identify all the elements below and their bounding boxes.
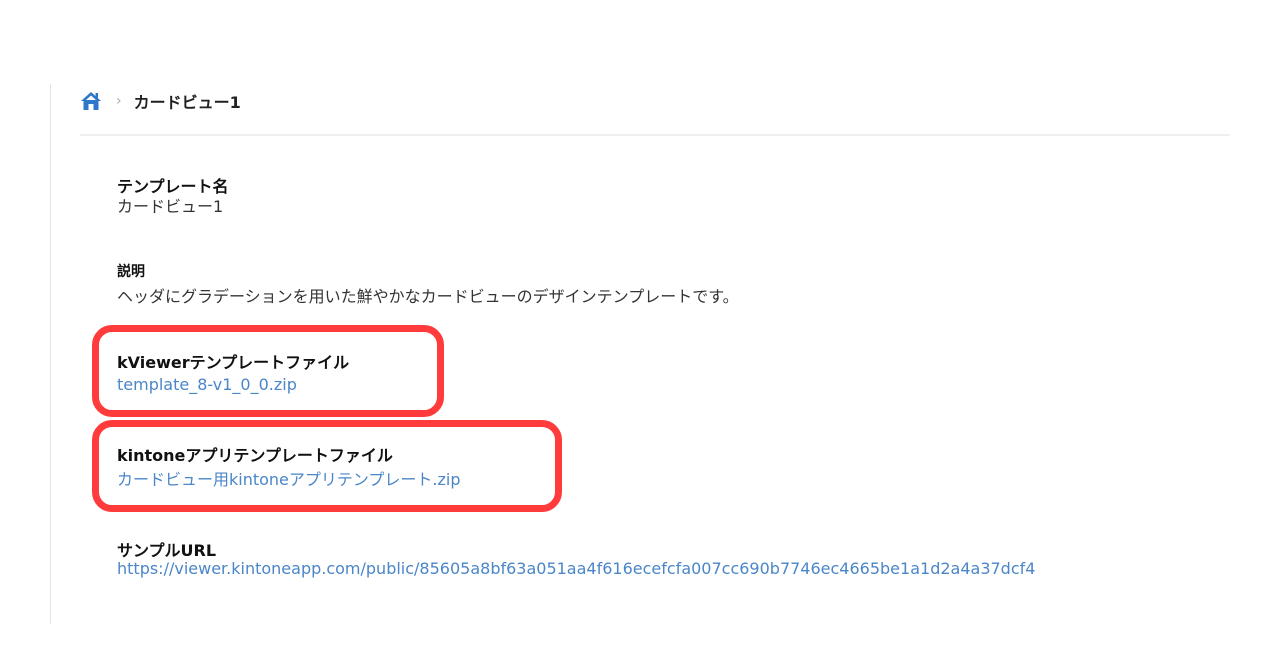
kviewer-file-link[interactable]: template_8-v1_0_0.zip — [117, 376, 349, 394]
page: › カードビュー1 テンプレート名 カードビュー1 説明 ヘッダにグラデーション… — [0, 0, 1280, 670]
sample-url-label: サンプルURL — [117, 541, 217, 560]
description-section: 説明 ヘッダにグラデーションを用いた鮮やかなカードビューのデザインテンプレートで… — [117, 262, 739, 307]
kintone-file-label: kintoneアプリテンプレートファイル — [117, 446, 393, 465]
kviewer-file-label: kViewerテンプレートファイル — [117, 353, 350, 372]
home-icon[interactable] — [80, 91, 102, 111]
template-name-section: テンプレート名 カードビュー1 — [117, 177, 229, 217]
left-divider — [50, 84, 51, 624]
template-name-value: カードビュー1 — [117, 197, 224, 216]
template-name-label: テンプレート名 — [117, 177, 229, 196]
sample-url-link[interactable]: https://viewer.kintoneapp.com/public/856… — [117, 561, 1227, 577]
description-value: ヘッダにグラデーションを用いた鮮やかなカードビューのデザインテンプレートです。 — [117, 287, 739, 306]
breadcrumb: › カードビュー1 — [80, 88, 1230, 136]
breadcrumb-current: カードビュー1 — [133, 93, 241, 112]
breadcrumb-separator: › — [116, 93, 122, 109]
sample-url-section: サンプルURL https://viewer.kintoneapp.com/pu… — [117, 541, 1227, 577]
kviewer-file-section: kViewerテンプレートファイル template_8-v1_0_0.zip — [117, 353, 349, 394]
kintone-file-section: kintoneアプリテンプレートファイル カードビュー用kintoneアプリテン… — [117, 446, 461, 489]
kintone-file-link[interactable]: カードビュー用kintoneアプリテンプレート.zip — [117, 471, 461, 489]
description-label: 説明 — [117, 264, 145, 280]
